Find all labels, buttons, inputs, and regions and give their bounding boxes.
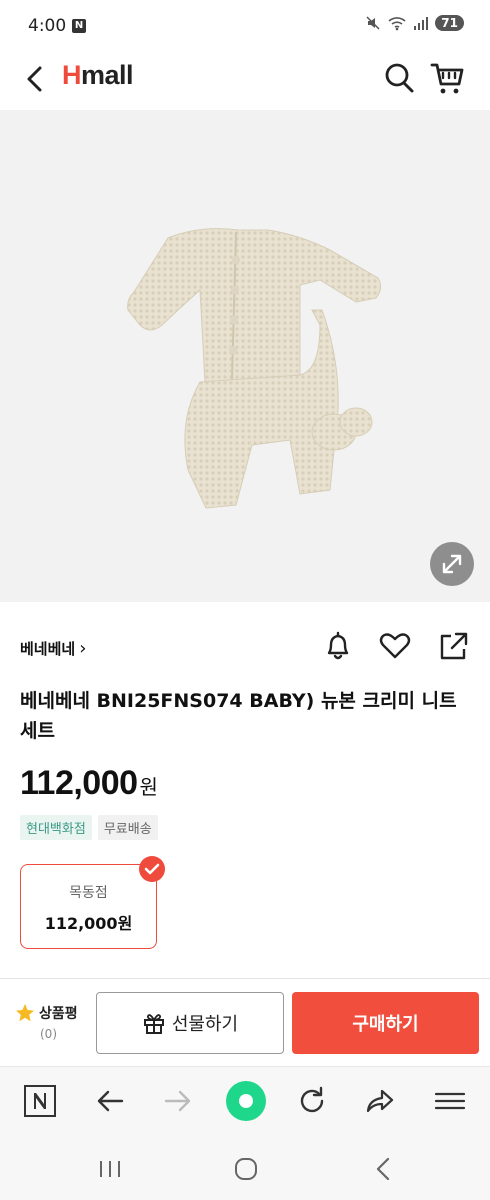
review-summary[interactable]: 상품평 (0)	[14, 1002, 86, 1041]
browser-home-button[interactable]	[226, 1081, 266, 1121]
home-dot-icon	[226, 1081, 266, 1121]
hmall-logo[interactable]: Hmall	[62, 60, 134, 91]
share-button[interactable]	[436, 628, 472, 668]
heart-icon	[379, 633, 411, 659]
gift-icon	[143, 1014, 164, 1034]
wishlist-button[interactable]	[377, 628, 413, 668]
image-zoom-button[interactable]	[430, 542, 474, 586]
cart-button[interactable]	[428, 58, 468, 98]
home-icon	[235, 1158, 257, 1180]
store-option-card[interactable]: 목동점 112,000원	[20, 864, 157, 949]
browser-forward-icon	[164, 1090, 191, 1112]
store-name: 목동점	[69, 885, 108, 901]
browser-back-icon	[97, 1090, 124, 1112]
brand-name: 베네베네	[20, 640, 76, 658]
system-back-button[interactable]	[366, 1152, 402, 1186]
back-arrow-icon	[27, 66, 42, 92]
alarm-button[interactable]	[320, 628, 356, 668]
product-image[interactable]	[0, 110, 490, 602]
product-title: 베네베네 BNI25FNS074 BABY) 뉴본 크리미 니트 세트	[20, 690, 457, 742]
status-time: 4:00	[28, 16, 67, 36]
search-button[interactable]	[382, 60, 416, 96]
naver-icon	[24, 1085, 56, 1117]
home-button[interactable]	[228, 1152, 264, 1186]
browser-share-button[interactable]	[362, 1083, 398, 1119]
buy-button[interactable]: 구매하기	[292, 992, 479, 1054]
cart-icon	[430, 63, 464, 94]
wifi-icon	[388, 17, 406, 31]
browser-menu-button[interactable]	[432, 1083, 468, 1119]
status-bar: 4:00 N 71	[0, 0, 490, 52]
refresh-icon	[300, 1086, 324, 1113]
badge-row: 현대백화점 무료배송	[20, 815, 158, 840]
menu-icon	[434, 1092, 466, 1110]
browser-forward-button[interactable]	[160, 1083, 196, 1119]
bell-icon	[327, 631, 349, 660]
gift-button[interactable]: 선물하기	[96, 992, 284, 1054]
system-back-icon	[376, 1157, 390, 1181]
selected-check-icon	[139, 856, 165, 882]
knit-set-illustration	[127, 228, 382, 509]
status-indicators: 71	[365, 15, 464, 31]
browser-back-button[interactable]	[92, 1083, 128, 1119]
chevron-right-icon: ›	[79, 638, 87, 659]
expand-icon	[442, 554, 462, 574]
brand-link[interactable]: 베네베네 ›	[20, 638, 86, 659]
browser-toolbar	[0, 1066, 490, 1138]
naver-button[interactable]	[22, 1083, 58, 1119]
browser-share-icon	[366, 1089, 394, 1113]
mute-icon	[366, 16, 380, 30]
logo-text: mall	[81, 60, 134, 90]
signal-icon	[414, 17, 429, 30]
price-value: 112,000	[20, 764, 138, 802]
recent-apps-icon	[100, 1161, 120, 1177]
notification-badge: N	[72, 19, 86, 33]
android-navigation-bar	[0, 1138, 490, 1200]
price-unit: 원	[139, 775, 158, 799]
store-price: 112,000원	[44, 914, 133, 933]
gift-label: 선물하기	[171, 1014, 239, 1035]
divider	[0, 978, 490, 979]
star-icon	[16, 1004, 34, 1022]
recent-apps-button[interactable]	[92, 1152, 128, 1186]
logo-h: H	[62, 60, 82, 90]
back-button[interactable]	[20, 62, 50, 96]
share-icon	[440, 632, 468, 660]
refresh-button[interactable]	[294, 1083, 330, 1119]
badge-free-shipping: 무료배송	[97, 815, 158, 840]
review-label: 상품평	[39, 1006, 78, 1022]
badge-department-store: 현대백화점	[20, 815, 92, 840]
review-count: (0)	[40, 1027, 57, 1041]
buy-label: 구매하기	[352, 1014, 419, 1035]
battery-indicator: 71	[435, 15, 464, 31]
search-icon	[385, 63, 414, 93]
price: 112,000 원	[20, 764, 158, 803]
app-header: Hmall	[0, 52, 490, 108]
